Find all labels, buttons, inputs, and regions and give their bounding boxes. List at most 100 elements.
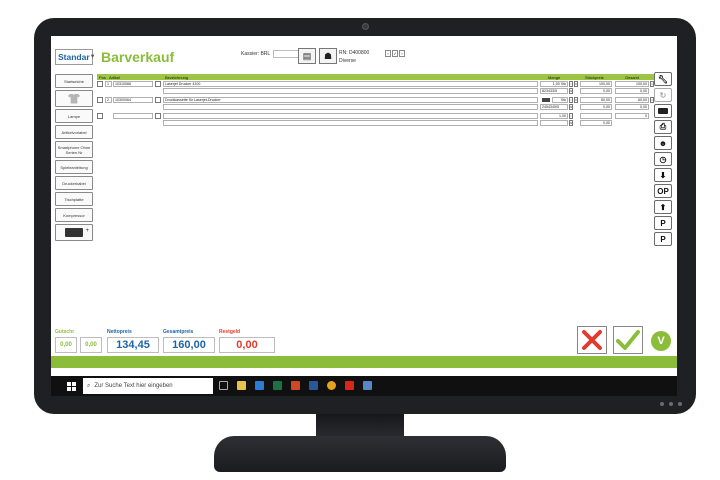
customer-name: Diverse — [339, 58, 356, 64]
category-kompressor[interactable]: Kompressor — [55, 208, 93, 222]
col-menge: Menge — [548, 74, 561, 80]
col-gesamt: Gesamt — [625, 74, 640, 80]
unpark-button[interactable]: P — [654, 232, 672, 246]
col-artikel: Artikel — [109, 74, 121, 80]
task-view-icon[interactable] — [219, 381, 228, 390]
history-button[interactable]: ◷ — [654, 152, 672, 166]
search-icon: ⌕ — [87, 382, 91, 389]
category-spieleanleitung[interactable]: Spieleanleitung — [55, 160, 93, 174]
monitor-frame: Standar ▼ Barverkauf Kassier: BRL ▤ ☗ RN… — [34, 18, 696, 414]
cell-serial: 2454345/5 — [540, 104, 568, 110]
park-label: P — [660, 218, 666, 228]
category-tischplatte[interactable]: Tischplatte — [55, 192, 93, 206]
printer-icon — [65, 228, 89, 237]
op-button[interactable]: OP — [654, 184, 672, 198]
cell-sub-price: 0,00 — [580, 88, 612, 94]
gesamt-value: 160,00 — [163, 337, 215, 353]
category-label: Druckerkabel — [62, 180, 86, 186]
serial-button[interactable]: S — [569, 120, 573, 126]
park-button[interactable]: P — [654, 216, 672, 230]
serial-button[interactable]: S — [569, 104, 573, 110]
gutschrift-label: Gutschr — [55, 329, 75, 335]
refresh-button[interactable]: ↻ — [654, 88, 672, 102]
cell-serial — [540, 120, 568, 126]
arrow-down-icon: ⬇ — [659, 170, 667, 180]
confirm-button[interactable] — [613, 326, 643, 354]
cell-empty — [163, 104, 538, 110]
col-pos: Pos — [99, 74, 106, 80]
cell-sub-price: 0,00 — [580, 120, 612, 126]
document-icon: ▤ — [302, 50, 312, 61]
prev-receipt-button[interactable]: ‹ — [385, 50, 391, 57]
table-row[interactable]: 2 10300064 Druckkassette für Laserjet-Dr… — [97, 96, 657, 103]
netto-label: Nettopreis — [107, 329, 132, 335]
move-up-button[interactable]: ⬆ — [654, 200, 672, 214]
cell-serial: 823433/5 — [540, 88, 568, 94]
print-preview-icon: ⎙ — [659, 122, 667, 131]
windows-start-icon[interactable] — [67, 382, 76, 391]
powerpoint-icon[interactable] — [291, 381, 300, 390]
restgeld-value: 0,00 — [219, 337, 275, 353]
settings-button[interactable]: 🔧︎ — [654, 72, 672, 86]
outlook-icon[interactable] — [255, 381, 264, 390]
table-row[interactable]: 1 10310066 Laserjet Drucker 4100 1,00 St… — [97, 80, 657, 87]
table-subrow: 823433/5 S 0,00 0,00 — [97, 87, 657, 94]
print-button[interactable] — [654, 104, 672, 118]
customer-button[interactable]: ☗ — [319, 48, 337, 64]
cancel-button[interactable] — [577, 326, 607, 354]
cashier-label: Kassier: BRL — [241, 51, 271, 57]
category-label: Tischplatte — [64, 196, 84, 202]
search-placeholder: Zur Suche Text hier eingeben — [94, 383, 173, 389]
items-table: Pos Artikel Bezeichnung Menge Stückpreis… — [97, 74, 657, 126]
checkmark-icon — [616, 330, 640, 350]
word-icon[interactable] — [309, 381, 318, 390]
app-header: Standar ▼ Barverkauf — [55, 48, 174, 66]
app-icon[interactable] — [363, 381, 372, 390]
customers-button[interactable]: ☻ — [654, 136, 672, 150]
cell-empty — [163, 88, 538, 94]
next-receipt-button[interactable]: › — [399, 50, 405, 57]
col-stueckpreis: Stückpreis — [585, 74, 604, 80]
customer-icon: ☗ — [323, 50, 333, 61]
page-title: Barverkauf — [101, 49, 175, 65]
move-down-button[interactable]: ⬇ — [654, 168, 672, 182]
unit-value: Stk — [560, 98, 566, 102]
category-printer[interactable] — [55, 224, 93, 241]
file-explorer-icon[interactable] — [237, 381, 246, 390]
chrome-icon[interactable] — [327, 381, 336, 390]
flag-icon — [542, 98, 550, 102]
taskbar-search[interactable]: ⌕ Zur Suche Text hier eingeben — [83, 378, 213, 394]
arrow-up-icon: ⬆ — [659, 202, 667, 212]
layout-select[interactable]: Standar ▼ — [55, 49, 96, 65]
screen: Standar ▼ Barverkauf Kassier: BRL ▤ ☗ RN… — [51, 36, 677, 396]
gutschrift-value-2: 0,00 — [80, 337, 102, 353]
gesamt-label: Gesamtpreis — [163, 329, 194, 335]
category-label: Spieleanleitung — [60, 164, 88, 170]
wrench-icon: 🔧︎ — [657, 74, 669, 84]
category-shirt[interactable] — [55, 90, 93, 107]
print-preview-button[interactable]: ⎙ — [654, 120, 672, 134]
receipt-number: RN: D400800 — [339, 50, 370, 56]
category-druckerkabel[interactable]: Druckerkabel — [55, 176, 93, 190]
acrobat-icon[interactable] — [345, 381, 354, 390]
brand-logo: V — [651, 331, 671, 351]
gutschrift-value-1: 0,00 — [55, 337, 77, 353]
monitor-leds — [660, 402, 682, 406]
cell-sub-total: 0,00 — [615, 88, 649, 94]
users-icon: ☻ — [658, 138, 668, 148]
chevron-down-icon: ▼ — [89, 54, 96, 60]
category-artikelvorlabel[interactable]: Artikelvorlabel — [55, 125, 93, 139]
shirt-icon — [68, 93, 80, 104]
netto-value: 134,45 — [107, 337, 159, 353]
edit-receipt-button[interactable]: ✓ — [392, 50, 398, 57]
category-startseite[interactable]: Startseiche — [55, 74, 93, 88]
excel-icon[interactable] — [273, 381, 282, 390]
serial-button[interactable]: S — [569, 88, 573, 94]
category-lampe[interactable]: Lampe — [55, 109, 93, 123]
document-button[interactable]: ▤ — [298, 48, 316, 64]
table-subrow: 2454345/5 S 0,00 0,00 — [97, 103, 657, 110]
category-smartphone[interactable]: Smartphone Ohne Serien Nr — [55, 141, 93, 158]
refresh-icon: ↻ — [659, 90, 667, 100]
table-row-new[interactable]: 1,00 ↕ 0 — [97, 112, 657, 119]
printer-icon — [658, 108, 668, 114]
